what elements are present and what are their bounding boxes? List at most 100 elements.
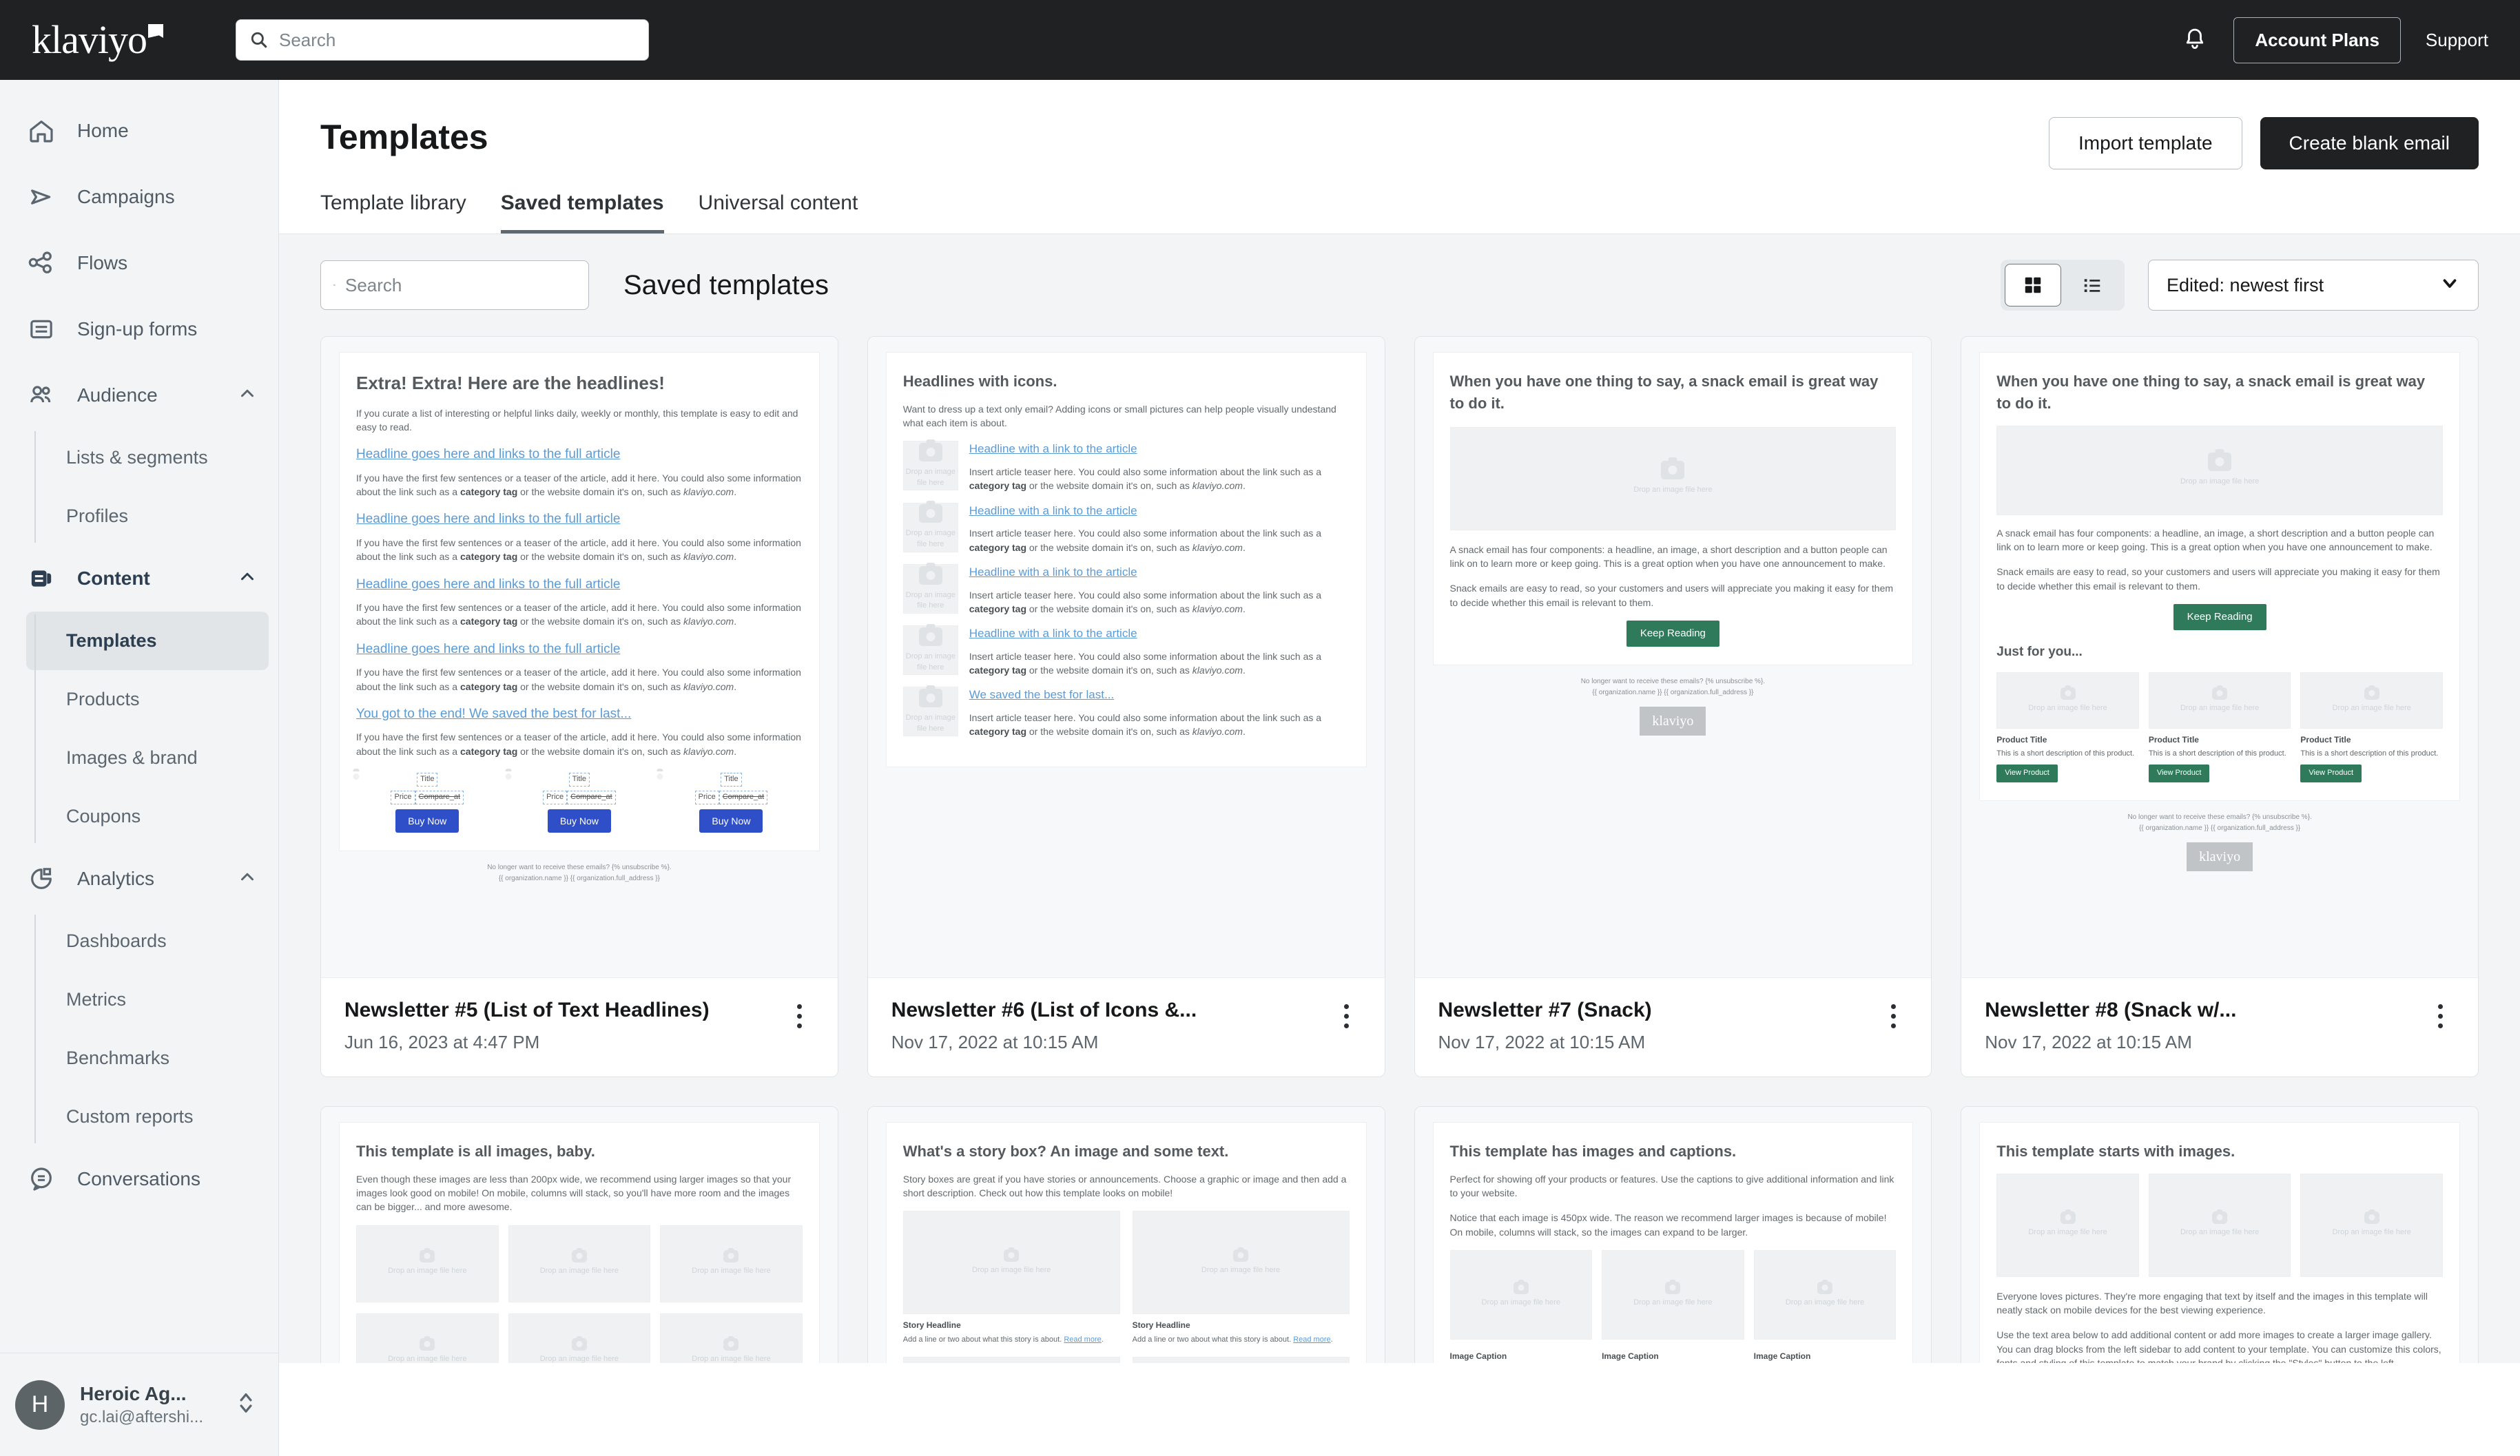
sidebar-item-dashboards[interactable]: Dashboards — [34, 912, 269, 970]
template-card[interactable]: When you have one thing to say, a snack … — [1961, 336, 2479, 1077]
body-mid: or the website domain it's on, such as — [517, 486, 683, 497]
template-card[interactable]: When you have one thing to say, a snack … — [1414, 336, 1932, 1077]
template-card[interactable]: This template starts with images. Drop a… — [1961, 1106, 2479, 1363]
template-search[interactable] — [320, 260, 589, 310]
sidebar-item-flows[interactable]: Flows — [0, 230, 278, 296]
image-placeholder[interactable]: Drop an image file here — [1602, 1250, 1744, 1340]
image-placeholder[interactable]: Drop an image file here — [1996, 1174, 2139, 1277]
sidebar-item-images-brand[interactable]: Images & brand — [34, 729, 269, 787]
sidebar-item-signup-forms[interactable]: Sign-up forms — [0, 296, 278, 362]
sidebar-item-metrics[interactable]: Metrics — [34, 970, 269, 1029]
notifications-button[interactable] — [2181, 25, 2209, 55]
klaviyo-logo[interactable]: klaviyo — [32, 20, 204, 60]
preview-link[interactable]: Headline goes here and links to the full… — [356, 640, 803, 659]
sidebar-item-campaigns[interactable]: Campaigns — [0, 164, 278, 230]
buy-now-button[interactable]: Buy Now — [548, 809, 611, 833]
preview-last-link[interactable]: We saved the best for last... — [969, 687, 1350, 704]
tab-saved-templates[interactable]: Saved templates — [501, 191, 664, 233]
sort-dropdown[interactable]: Edited: newest first — [2148, 260, 2479, 311]
sidebar-item-templates[interactable]: Templates — [26, 612, 269, 670]
preview-link[interactable]: Headline with a link to the article — [969, 564, 1350, 581]
drop-hint: Drop an image file here — [2180, 1227, 2259, 1238]
image-placeholder[interactable]: Drop an image file here — [903, 625, 958, 675]
image-placeholder[interactable]: Drop an image file here — [2300, 1174, 2443, 1277]
image-placeholder[interactable]: Drop an image file here — [508, 1225, 651, 1302]
preview-link[interactable]: Headline with a link to the article — [969, 625, 1350, 643]
preview-link[interactable]: Headline goes here and links to the full… — [356, 445, 803, 464]
read-more-link[interactable]: Read more — [1064, 1335, 1101, 1344]
template-card[interactable]: This template has images and captions. P… — [1414, 1106, 1932, 1363]
buy-now-button[interactable]: Buy Now — [395, 809, 459, 833]
support-link[interactable]: Support — [2426, 30, 2488, 51]
read-more-link[interactable]: Read more — [1293, 1335, 1330, 1344]
sidebar-item-custom-reports[interactable]: Custom reports — [34, 1088, 269, 1146]
template-card[interactable]: What's a story box? An image and some te… — [867, 1106, 1385, 1363]
preview-link[interactable]: Headline with a link to the article — [969, 441, 1350, 458]
preview-link[interactable]: Headline goes here and links to the full… — [356, 575, 803, 594]
sidebar-item-conversations[interactable]: Conversations — [0, 1146, 278, 1212]
import-template-button[interactable]: Import template — [2049, 117, 2242, 169]
image-placeholder[interactable]: Drop an image file here — [903, 1357, 1120, 1363]
card-options-button[interactable] — [1879, 999, 1908, 1028]
image-placeholder[interactable]: Drop an image file here — [903, 687, 958, 736]
template-card[interactable]: This template is all images, baby. Even … — [320, 1106, 838, 1363]
sidebar-item-profiles[interactable]: Profiles — [34, 487, 269, 545]
keep-reading-button[interactable]: Keep Reading — [2173, 604, 2266, 630]
global-search[interactable] — [236, 19, 649, 61]
drop-hint: Drop an image file here — [388, 1266, 466, 1277]
sidebar-item-coupons[interactable]: Coupons — [34, 787, 269, 846]
template-card[interactable]: Extra! Extra! Here are the headlines! If… — [320, 336, 838, 1077]
image-placeholder[interactable]: Drop an image file here — [356, 1313, 499, 1363]
image-placeholder[interactable]: Drop an image file here — [508, 1313, 651, 1363]
preview-link[interactable]: Headline goes here and links to the full… — [356, 510, 803, 529]
body-mid: or the website domain it's on, such as — [517, 746, 683, 757]
image-placeholder[interactable]: Drop an image file here — [2300, 672, 2443, 729]
view-product-button[interactable]: View Product — [2149, 765, 2210, 782]
keep-reading-button[interactable]: Keep Reading — [1626, 621, 1719, 647]
image-placeholder[interactable]: Drop an image file here — [1996, 426, 2443, 515]
card-options-button[interactable] — [2426, 999, 2455, 1028]
page-header: Templates Template library Saved templat… — [279, 80, 2520, 233]
image-placeholder[interactable]: Drop an image file here — [1450, 1250, 1593, 1340]
account-switcher[interactable]: H Heroic Ag... gc.lai@aftershi... — [0, 1353, 278, 1456]
story-text: Add a line or two about what this story … — [1133, 1335, 1294, 1344]
image-placeholder[interactable]: Drop an image file here — [660, 1313, 803, 1363]
card-options-button[interactable] — [1332, 999, 1361, 1028]
sidebar-item-lists-segments[interactable]: Lists & segments — [34, 428, 269, 487]
image-placeholder[interactable]: Drop an image file here — [903, 564, 958, 614]
image-placeholder[interactable]: Drop an image file here — [1133, 1357, 1350, 1363]
image-placeholder[interactable]: Drop an image file here — [2149, 672, 2291, 729]
image-placeholder[interactable]: Drop an image file here — [1754, 1250, 1897, 1340]
create-blank-email-button[interactable]: Create blank email — [2260, 117, 2479, 169]
global-search-input[interactable] — [279, 30, 634, 51]
grid-view-button[interactable] — [2005, 264, 2061, 306]
preview-last-link[interactable]: You got to the end! We saved the best fo… — [356, 705, 803, 724]
sidebar-item-home[interactable]: Home — [0, 98, 278, 164]
view-product-button[interactable]: View Product — [1996, 765, 2058, 782]
template-search-input[interactable] — [345, 275, 576, 296]
image-placeholder[interactable]: Drop an image file here — [903, 441, 958, 490]
image-placeholder[interactable]: Drop an image file here — [903, 1211, 1120, 1314]
preview-link[interactable]: Headline with a link to the article — [969, 503, 1350, 520]
tab-template-library[interactable]: Template library — [320, 191, 466, 233]
content-icon — [28, 565, 59, 592]
buy-now-button[interactable]: Buy Now — [699, 809, 763, 833]
sidebar-group-content[interactable]: Content — [0, 545, 278, 612]
view-product-button[interactable]: View Product — [2300, 765, 2362, 782]
list-view-button[interactable] — [2064, 264, 2120, 306]
card-options-button[interactable] — [785, 999, 814, 1028]
image-placeholder[interactable]: Drop an image file here — [903, 503, 958, 552]
template-card[interactable]: Headlines with icons. Want to dress up a… — [867, 336, 1385, 1077]
sidebar-item-products[interactable]: Products — [34, 670, 269, 729]
image-placeholder[interactable]: Drop an image file here — [2149, 1174, 2291, 1277]
tab-universal-content[interactable]: Universal content — [699, 191, 858, 233]
image-placeholder[interactable]: Drop an image file here — [1450, 427, 1897, 530]
image-placeholder[interactable]: Drop an image file here — [1996, 672, 2139, 729]
sidebar-item-benchmarks[interactable]: Benchmarks — [34, 1029, 269, 1088]
image-placeholder[interactable]: Drop an image file here — [1133, 1211, 1350, 1314]
sidebar-group-audience[interactable]: Audience — [0, 362, 278, 428]
image-placeholder[interactable]: Drop an image file here — [660, 1225, 803, 1302]
sidebar-group-analytics[interactable]: Analytics — [0, 846, 278, 912]
account-plans-button[interactable]: Account Plans — [2233, 17, 2401, 63]
image-placeholder[interactable]: Drop an image file here — [356, 1225, 499, 1302]
